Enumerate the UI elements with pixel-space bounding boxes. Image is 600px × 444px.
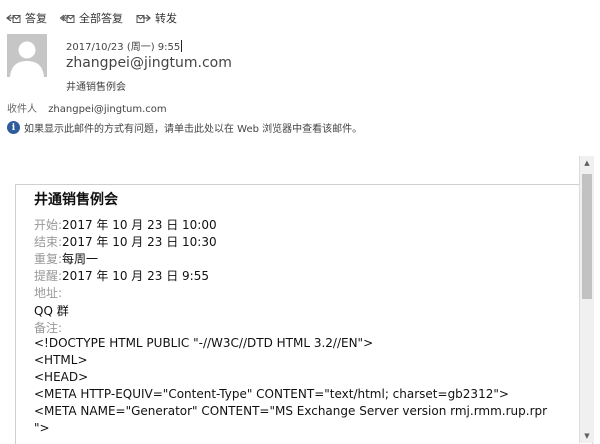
info-icon: i: [7, 121, 20, 134]
location-label-row: 地址:: [34, 284, 62, 301]
person-icon: [10, 41, 44, 77]
repeat-value: 每周一: [62, 252, 99, 266]
to-label: 收件人: [7, 104, 37, 115]
start-value: 2017 年 10 月 23 日 10:00: [62, 218, 217, 232]
code-line: <META NAME="Generator" CONTENT="MS Excha…: [34, 404, 548, 418]
message-date: 2017/10/23 (周一) 9:55: [66, 40, 183, 53]
recipient-address[interactable]: zhangpei@jingtum.com: [48, 104, 166, 115]
forward-label: 转发: [155, 12, 177, 25]
location-label: 地址:: [34, 286, 63, 300]
notes-label: 备注:: [34, 321, 63, 335]
reply-button[interactable]: 答复: [6, 10, 47, 26]
reply-all-label: 全部答复: [79, 12, 123, 25]
repeat-field: 重复:每周一: [34, 250, 98, 267]
view-in-browser-notice[interactable]: i 如果显示此邮件的方式有问题，请单击此处以在 Web 浏览器中查看该邮件。: [7, 120, 362, 135]
end-field: 结束:2017 年 10 月 23 日 10:30: [34, 233, 217, 250]
message-subject: 井通销售例会: [66, 82, 126, 93]
repeat-label: 重复:: [34, 252, 63, 266]
forward-button[interactable]: 转发: [136, 10, 177, 26]
code-line: <!DOCTYPE HTML PUBLIC "-//W3C//DTD HTML …: [34, 336, 374, 350]
reply-all-icon: [60, 14, 75, 23]
remind-label: 提醒:: [34, 269, 63, 283]
remind-value: 2017 年 10 月 23 日 9:55: [62, 269, 209, 283]
reply-label: 答复: [25, 12, 47, 25]
body-title: 井通销售例会: [34, 192, 118, 208]
code-line: ">: [34, 421, 50, 435]
scroll-up-arrow-icon[interactable]: ▲: [580, 156, 594, 170]
message-toolbar: 答复 全部答复 转发: [6, 8, 190, 28]
recipient-row: 收件人 zhangpei@jingtum.com: [7, 100, 167, 115]
sender-avatar: [7, 34, 47, 77]
reply-all-button[interactable]: 全部答复: [60, 10, 123, 26]
end-value: 2017 年 10 月 23 日 10:30: [62, 235, 217, 249]
message-body: 井通销售例会 开始:2017 年 10 月 23 日 10:00 结束:2017…: [16, 185, 579, 444]
reply-icon: [6, 14, 21, 23]
code-line: <META HTTP-EQUIV="Content-Type" CONTENT=…: [34, 387, 509, 401]
sender-address[interactable]: zhangpei@jingtum.com: [66, 55, 232, 71]
message-body-frame: 井通销售例会 开始:2017 年 10 月 23 日 10:00 结束:2017…: [15, 184, 593, 444]
notes-label-row: 备注:: [34, 319, 62, 336]
scroll-down-arrow-icon[interactable]: ▼: [580, 429, 594, 443]
code-line: <HEAD>: [34, 370, 89, 384]
start-label: 开始:: [34, 218, 63, 232]
scrollbar-thumb[interactable]: [582, 174, 592, 299]
forward-icon: [136, 14, 151, 23]
location-value: QQ 群: [34, 304, 69, 318]
end-label: 结束:: [34, 235, 63, 249]
remind-field: 提醒:2017 年 10 月 23 日 9:55: [34, 267, 209, 284]
code-line: <HTML>: [34, 353, 88, 367]
notice-text: 如果显示此邮件的方式有问题，请单击此处以在 Web 浏览器中查看该邮件。: [24, 124, 363, 135]
start-field: 开始:2017 年 10 月 23 日 10:00: [34, 216, 217, 233]
reading-pane-scrollbar[interactable]: ▲ ▼: [579, 156, 594, 443]
